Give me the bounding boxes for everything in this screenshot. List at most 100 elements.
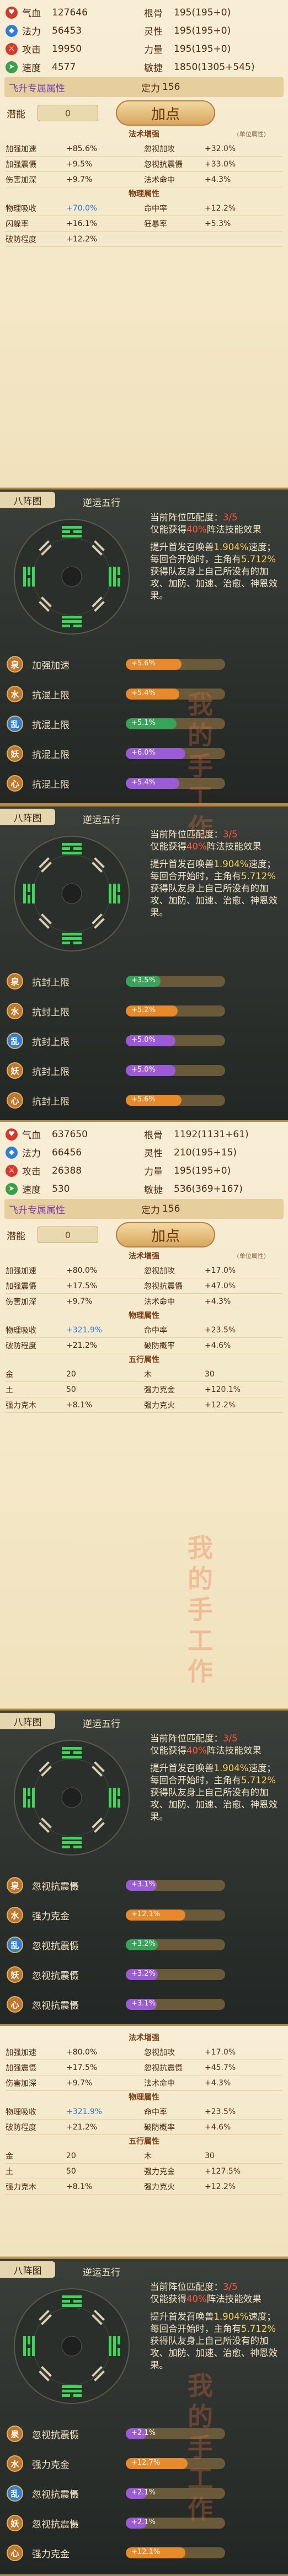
bagua-diagram	[14, 836, 130, 951]
text: 当前阵位匹配度：	[150, 2282, 223, 2292]
attr-cell: 物理吸收 +70.0%	[6, 201, 144, 216]
attr-cell: 土 50	[6, 2164, 144, 2179]
attr-key: 法术命中	[144, 175, 175, 185]
attr-key: 加强震慑	[6, 160, 36, 169]
formation-slot-row[interactable]: 乱 忽视抗震慑 +3.2%	[0, 1933, 288, 1956]
bazhentu-panel-3: 八阵图 逆运五行 当前阵位匹配度：3/5 仅能获得40%阵法技能效果 提升首发召唤…	[0, 1709, 288, 2026]
text: 阵法技能效果	[206, 2294, 262, 2304]
formation-slot-row[interactable]: 泉 忽视抗震慑 +3.1%	[0, 1874, 288, 1897]
bazhentu-tab[interactable]: 八阵图	[0, 809, 55, 825]
stat-value: 637650	[52, 1128, 88, 1140]
add-point-button[interactable]: 加点	[116, 1222, 215, 1247]
formation-slot-row[interactable]: 心 抗封上限 +5.6%	[0, 1089, 288, 1112]
section-title-text: 物理属性	[129, 190, 159, 198]
attr-key: 忽视抗震慑	[144, 1282, 183, 1291]
formation-slot-row[interactable]: 乱 忽视抗震慑 +2.1%	[0, 2482, 288, 2505]
slot-skill-name: 抗混上限	[32, 690, 70, 701]
attr-cell: 物理吸收 +321.9%	[6, 1322, 144, 1338]
slot-percent: +6.0%	[131, 749, 156, 757]
text: 当前阵位匹配度：	[150, 512, 223, 523]
formation-slot-row[interactable]: 乱 抗封上限 +5.0%	[0, 1029, 288, 1052]
fly-row: 飞升专属属性 定力 156	[4, 1199, 284, 1219]
character-stats-2: ♥ 气血 637650 根骨 1192(1131+61) ◆ 法力 66456 …	[0, 1122, 288, 1709]
formation-slot-row[interactable]: 妖 抗混上限 +6.0%	[0, 742, 288, 765]
stat-label: 灵性	[144, 1148, 163, 1159]
attr-key: 伤害加深	[6, 1297, 36, 1306]
stat-label: 法力	[22, 26, 41, 37]
stat-atk: ⚔ 攻击 26388	[6, 1161, 144, 1180]
speed-bonus: 1.904%	[214, 2311, 249, 2322]
attr-key: 法术命中	[144, 2079, 175, 2088]
bazhentu-tab[interactable]: 八阵图	[0, 492, 55, 508]
formation-slot-row[interactable]: 心 抗混上限 +5.4%	[0, 772, 288, 795]
attr-key: 物理吸收	[6, 204, 36, 213]
attr-value: +9.7%	[66, 175, 93, 184]
bagua-diagram	[14, 2288, 130, 2404]
slot-percent: +5.0%	[131, 1036, 156, 1044]
stat-label: 气血	[22, 8, 41, 19]
add-point-button[interactable]: 加点	[116, 100, 215, 126]
attr-value: +45.7%	[205, 2063, 236, 2072]
formation-slot-row[interactable]: 心 强力克金 +12.1%	[0, 2541, 288, 2564]
stat-minjie: 敏捷 1850(1305+545)	[144, 58, 282, 76]
attr-value: +4.3%	[205, 2078, 231, 2088]
wuli-title: 物理属性	[0, 1309, 288, 1322]
slot-percent: +2.1%	[131, 2488, 156, 2497]
formation-slot-row[interactable]: 水 强力克金 +12.7%	[0, 2452, 288, 2475]
slot-emblem-icon: 泉	[7, 656, 23, 673]
hp-icon: ♥	[6, 1128, 18, 1141]
stat-liliang: 力量 195(195+0)	[144, 1161, 282, 1180]
slot-skill-name: 抗混上限	[32, 749, 70, 761]
formation-slot-row[interactable]: 心 忽视抗震慑 +3.1%	[0, 1993, 288, 2016]
chance-value: 5.712%	[241, 871, 276, 881]
attr-value: 30	[205, 2151, 215, 2160]
stat-label: 灵性	[144, 26, 163, 37]
potential-value: 0	[38, 105, 98, 121]
text: 当前阵位匹配度：	[150, 829, 223, 840]
slot-progress-bar: +2.1%	[126, 2518, 225, 2529]
formation-slot-row[interactable]: 水 抗混上限 +5.4%	[0, 682, 288, 706]
formation-slot-row[interactable]: 妖 忽视抗震慑 +2.1%	[0, 2512, 288, 2535]
bazhentu-tab[interactable]: 八阵图	[0, 1713, 55, 1729]
slot-skill-name: 强力克金	[32, 1911, 70, 1922]
attr-key: 强力克火	[144, 1401, 175, 1410]
match-text: 当前阵位匹配度：3/5 仅能获得40%阵法技能效果	[150, 512, 282, 536]
formation-slot-row[interactable]: 乱 抗混上限 +5.1%	[0, 712, 288, 735]
slot-emblem-icon: 心	[7, 2545, 23, 2561]
bazhentu-tab[interactable]: 八阵图	[0, 2261, 55, 2278]
dingli-label: 定力	[141, 1204, 160, 1216]
stat-mp: ◆ 法力 66456	[6, 1143, 144, 1161]
potential-row: 潜能 0 加点	[0, 1220, 288, 1250]
attr-cell: 木 30	[144, 2148, 282, 2164]
attr-cell: 强力克火 +12.2%	[144, 2179, 282, 2195]
attr-cell: 忽视加攻 +17.0%	[144, 1263, 282, 1278]
attr-key: 强力克金	[144, 2167, 175, 2176]
attr-cell: 伤害加深 +9.7%	[6, 172, 144, 187]
attr-key: 物理吸收	[6, 1326, 36, 1335]
attr-value: +12.2%	[205, 1400, 236, 1410]
stat-label: 力量	[144, 1166, 163, 1177]
formation-slot-row[interactable]: 妖 抗封上限 +5.0%	[0, 1059, 288, 1082]
slot-percent: +5.4%	[131, 689, 156, 697]
formation-slot-row[interactable]: 泉 抗封上限 +3.5%	[0, 970, 288, 993]
wuli-grid: 物理吸收 +70.0% 命中率 +12.2% 闪躲率 +16.1% 狂暴率 +5.3% 破防程度…	[0, 201, 288, 247]
formation-slot-row[interactable]: 水 抗封上限 +5.2%	[0, 999, 288, 1023]
slot-progress-bar: +6.0%	[126, 748, 225, 759]
slot-emblem-icon: 妖	[7, 2515, 23, 2531]
stat-label: 力量	[144, 45, 163, 56]
stat-label: 攻击	[22, 1166, 41, 1177]
formation-slot-row[interactable]: 泉 加强加速 +5.6%	[0, 653, 288, 676]
attr-key: 忽视加攻	[144, 144, 175, 154]
attr-key: 加强震慑	[6, 1282, 36, 1291]
formation-slot-row[interactable]: 泉 忽视抗震慑 +2.1%	[0, 2422, 288, 2445]
formation-slot-row[interactable]: 妖 忽视抗震慑 +3.2%	[0, 1963, 288, 1986]
attr-cell: 土 50	[6, 1382, 144, 1397]
dingli-value: 156	[162, 1203, 180, 1214]
formation-slot-row[interactable]: 水 强力克金 +12.1%	[0, 1903, 288, 1927]
slot-progress-bar: +5.0%	[126, 1035, 225, 1046]
fashu-title: 法术增强 (单位属性)	[0, 1250, 288, 1263]
stat-value: 66456	[52, 1147, 82, 1158]
slot-progress-bar: +3.2%	[126, 1969, 225, 1980]
slot-emblem-icon: 水	[7, 1907, 23, 1923]
slot-emblem-icon: 心	[7, 775, 23, 792]
